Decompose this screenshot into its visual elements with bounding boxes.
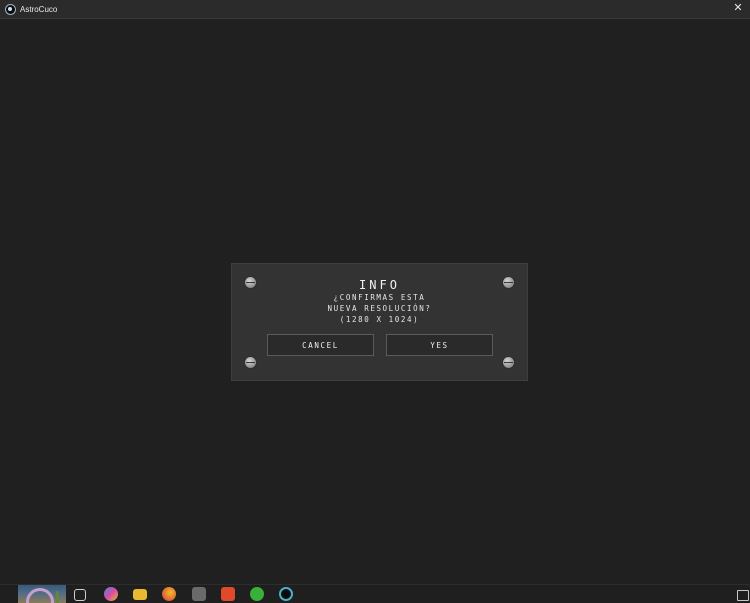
- title-bar: AstroCuco ✕: [0, 0, 750, 19]
- dialog-message-line: ¿CONFIRMAS ESTA: [333, 293, 426, 302]
- dialog-message-line: NUEVA RESOLUCIÓN?: [327, 304, 432, 313]
- firefox-icon[interactable]: [162, 587, 176, 601]
- dialog-message-line: (1280 X 1024): [339, 315, 420, 324]
- copilot-icon[interactable]: [104, 587, 118, 601]
- file-explorer-icon[interactable]: [133, 589, 147, 600]
- wolf-app-icon[interactable]: [192, 587, 206, 601]
- task-view-icon[interactable]: [74, 589, 86, 601]
- screw-icon: [245, 357, 256, 368]
- app-icon: [5, 3, 16, 15]
- window-title: AstroCuco: [20, 4, 58, 14]
- dialog-title: INFO: [359, 278, 400, 292]
- taskbar: [0, 584, 750, 603]
- astrocuco-app-icon[interactable]: [279, 587, 293, 601]
- weather-widget-icon[interactable]: [18, 585, 66, 603]
- notification-icon[interactable]: [737, 590, 749, 601]
- brave-icon[interactable]: [221, 587, 235, 601]
- cancel-button[interactable]: CANCEL: [267, 334, 374, 356]
- yes-button[interactable]: YES: [386, 334, 493, 356]
- green-app-icon[interactable]: [250, 587, 264, 601]
- screw-icon: [503, 357, 514, 368]
- dialog-message: ¿CONFIRMAS ESTA NUEVA RESOLUCIÓN? (1280 …: [232, 292, 527, 325]
- confirm-dialog: INFO ¿CONFIRMAS ESTA NUEVA RESOLUCIÓN? (…: [231, 263, 528, 381]
- close-button[interactable]: ✕: [732, 2, 744, 14]
